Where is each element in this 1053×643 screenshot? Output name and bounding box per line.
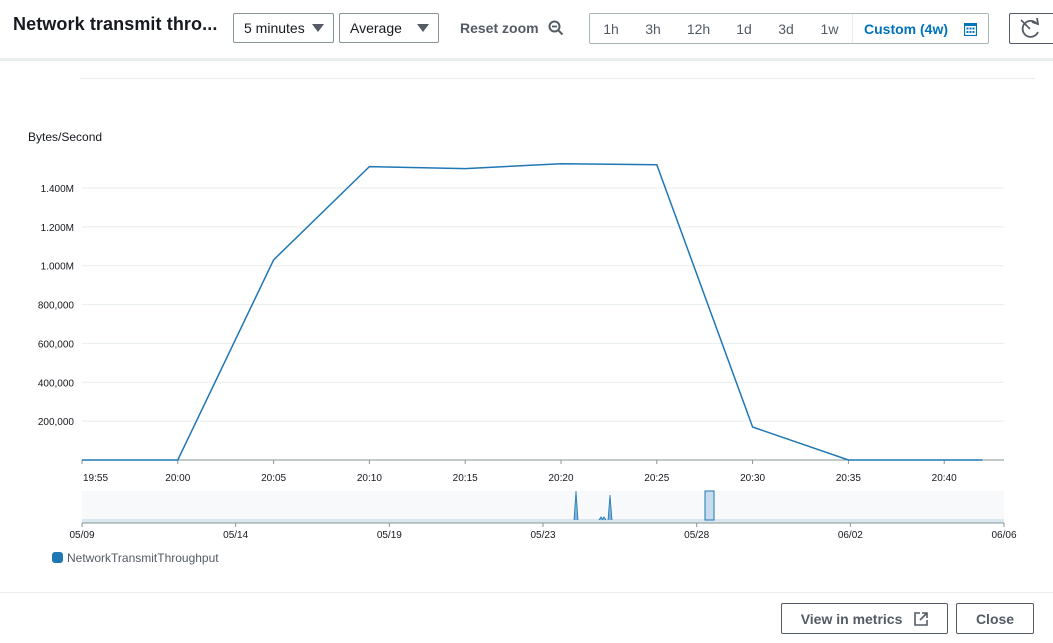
y-tick-label: 400,000 (38, 378, 75, 389)
overview-tick-label: 06/02 (838, 530, 863, 541)
x-tick-label: 20:05 (261, 473, 286, 484)
chart-legend[interactable]: NetworkTransmitThroughput (52, 551, 219, 565)
legend-swatch (52, 552, 63, 563)
overview-tick-label: 06/06 (991, 530, 1016, 541)
x-tick-label: 20:30 (740, 473, 765, 484)
line-chart[interactable]: 200,000 400,000 600,000 800,000 1.000M 1.200M… (0, 0, 1053, 590)
legend-label: NetworkTransmitThroughput (67, 551, 219, 565)
overview-tick-label: 05/09 (69, 530, 94, 541)
series-line (82, 162, 983, 461)
overview-tick-label: 05/14 (223, 530, 248, 541)
y-tick-label: 1.400M (41, 184, 74, 195)
view-in-metrics-label: View in metrics (800, 611, 903, 627)
x-tick-label: 19:55 (83, 473, 108, 484)
overview-tick-label: 05/28 (684, 530, 709, 541)
x-tick-label: 20:10 (357, 473, 382, 484)
footer-divider (0, 592, 1053, 593)
overview-tick-label: 05/19 (377, 530, 402, 541)
y-tick-label: 1.000M (41, 262, 74, 273)
y-tick-label: 200,000 (38, 417, 75, 428)
x-tick-label: 20:15 (453, 473, 478, 484)
view-in-metrics-button[interactable]: View in metrics (781, 603, 948, 634)
overview-area (82, 491, 1004, 523)
x-tick-label: 20:00 (165, 473, 190, 484)
x-tick-label: 20:40 (932, 473, 957, 484)
y-tick-label: 600,000 (38, 339, 75, 350)
y-tick-label: 1.200M (41, 223, 74, 234)
x-tick-label: 20:20 (548, 473, 573, 484)
x-tick-label: 20:25 (644, 473, 669, 484)
close-button[interactable]: Close (956, 603, 1034, 634)
x-tick-label: 20:35 (836, 473, 861, 484)
overview-tick-label: 05/23 (530, 530, 555, 541)
overview-baseline (82, 519, 1004, 523)
y-tick-label: 800,000 (38, 301, 75, 312)
external-link-icon (914, 612, 929, 626)
overview-selection (704, 490, 715, 521)
